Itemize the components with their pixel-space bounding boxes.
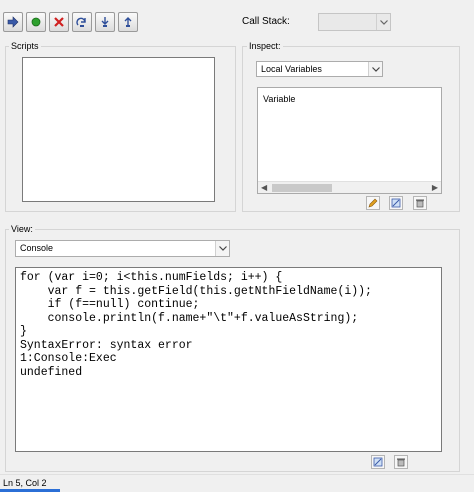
cursor-position: Ln 5, Col 2 [3, 478, 47, 488]
scroll-left-icon[interactable]: ◀ [261, 183, 267, 192]
horizontal-scrollbar[interactable]: ◀ ▶ [258, 181, 441, 193]
stop-button[interactable] [26, 12, 46, 32]
resume-button[interactable] [3, 12, 23, 32]
trash-icon [397, 458, 405, 467]
view-dropdown[interactable]: Console [15, 240, 230, 257]
delete-icon [416, 199, 424, 208]
status-bar: Ln 5, Col 2 [0, 474, 474, 492]
chevron-down-icon [215, 241, 229, 256]
variable-column-header: Variable [263, 94, 296, 104]
debugger-toolbar [3, 12, 138, 32]
resume-icon [7, 16, 19, 28]
inspect-variable-list[interactable]: Variable ◀ ▶ [257, 87, 442, 194]
view-dropdown-value: Console [20, 243, 54, 253]
step-into-button[interactable] [95, 12, 115, 32]
clear-icon [54, 17, 64, 27]
console-line: SyntaxError: syntax error [20, 338, 193, 352]
step-out-icon [124, 17, 132, 27]
step-into-icon [101, 17, 109, 27]
inspect-dropdown[interactable]: Local Variables [256, 61, 383, 77]
chevron-down-icon [376, 14, 390, 30]
inspect-label: Inspect: [247, 41, 283, 51]
chevron-down-icon [368, 62, 382, 76]
call-stack-dropdown[interactable] [318, 13, 391, 31]
delete-console-button[interactable] [394, 455, 408, 469]
console-textarea[interactable]: for (var i=0; i<this.numFields; i++) { v… [15, 267, 442, 452]
clear-console-button[interactable] [371, 455, 385, 469]
edit-variable-button[interactable] [366, 196, 380, 210]
scripts-list[interactable] [22, 57, 215, 202]
watch-icon [391, 198, 401, 208]
step-over-icon [76, 17, 86, 27]
view-label: View: [9, 224, 35, 234]
step-over-button[interactable] [72, 12, 92, 32]
console-line: 1:Console:Exec [20, 352, 117, 365]
console-line: for (var i=0; i<this.numFields; i++) { [20, 271, 283, 284]
console-line: if (f==null) continue; [20, 298, 200, 311]
console-line: var f = this.getField(this.getNthFieldNa… [20, 284, 372, 298]
stop-icon [31, 17, 41, 27]
edit-icon [368, 198, 378, 208]
console-line: } [20, 325, 27, 338]
clear-console-icon [373, 457, 383, 467]
scroll-right-icon[interactable]: ▶ [432, 183, 438, 192]
call-stack-label: Call Stack: [242, 16, 290, 27]
scrollbar-thumb[interactable] [272, 184, 332, 192]
console-line: console.println(f.name+"\t"+f.valueAsStr… [20, 311, 359, 325]
delete-variable-button[interactable] [413, 196, 427, 210]
watch-variable-button[interactable] [389, 196, 403, 210]
scripts-label: Scripts [9, 41, 41, 51]
step-out-button[interactable] [118, 12, 138, 32]
clear-button[interactable] [49, 12, 69, 32]
console-lines: for (var i=0; i<this.numFields; i++) { v… [20, 271, 372, 379]
inspect-dropdown-value: Local Variables [261, 64, 322, 74]
console-line: undefined [20, 365, 83, 379]
